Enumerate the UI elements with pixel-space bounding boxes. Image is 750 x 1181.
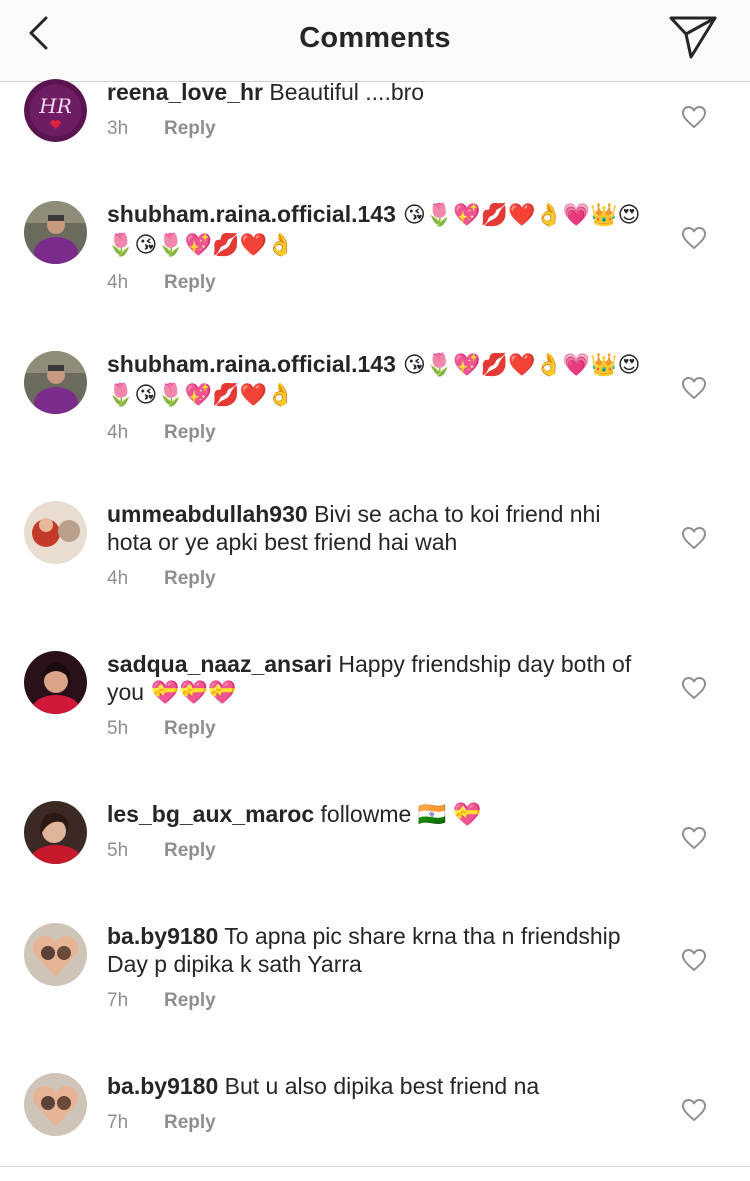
comment-message: But u also dipika best friend na — [218, 1073, 540, 1099]
reply-button[interactable]: Reply — [164, 840, 216, 861]
comment-time: 4h — [107, 568, 129, 589]
heart-icon[interactable] — [681, 676, 707, 700]
heart-icon[interactable] — [681, 526, 707, 550]
avatar[interactable] — [24, 351, 87, 414]
comment-username[interactable]: shubham.raina.official.143 — [107, 351, 396, 377]
comment-time: 3h — [107, 118, 129, 139]
share-button[interactable] — [668, 14, 720, 60]
comment-text: les_bg_aux_maroc followme 🇮🇳 💝 — [107, 800, 647, 828]
comment-time: 7h — [107, 990, 129, 1011]
comment-username[interactable]: ummeabdullah930 — [107, 501, 308, 527]
comment-text: ba.by9180 To apna pic share krna tha n f… — [107, 922, 647, 978]
comment-time: 5h — [107, 840, 129, 861]
comment-text: ummeabdullah930 Bivi se acha to koi frie… — [107, 500, 647, 556]
avatar[interactable] — [24, 651, 87, 714]
reply-button[interactable]: Reply — [164, 422, 216, 443]
avatar[interactable] — [24, 801, 87, 864]
reply-button[interactable]: Reply — [164, 1112, 216, 1133]
comment-text: shubham.raina.official.143 😘🌷💖💋❤️👌💗👑😍🌷😘🌷… — [107, 200, 647, 260]
heart-icon[interactable] — [681, 948, 707, 972]
comment-username[interactable]: shubham.raina.official.143 — [107, 201, 396, 227]
comment-message: followme 🇮🇳 💝 — [314, 801, 482, 827]
comment-text: shubham.raina.official.143 😘🌷💖💋❤️👌💗👑😍🌷😘🌷… — [107, 350, 647, 410]
comment-username[interactable]: ba.by9180 — [107, 1073, 218, 1099]
heart-icon[interactable] — [681, 226, 707, 250]
comment-username[interactable]: ba.by9180 — [107, 923, 218, 949]
heart-icon[interactable] — [681, 376, 707, 400]
avatar[interactable] — [24, 201, 87, 264]
reply-button[interactable]: Reply — [164, 990, 216, 1011]
avatar[interactable] — [24, 1073, 87, 1136]
comment-username[interactable]: sadqua_naaz_ansari — [107, 651, 332, 677]
heart-icon[interactable] — [681, 105, 707, 129]
comment-time: 4h — [107, 272, 129, 293]
avatar[interactable] — [24, 923, 87, 986]
comment-time: 4h — [107, 422, 129, 443]
divider — [0, 1166, 750, 1167]
heart-icon[interactable] — [681, 1098, 707, 1122]
comment-text: reena_love_hr Beautiful ....bro — [107, 78, 647, 106]
comment-username[interactable]: reena_love_hr — [107, 79, 263, 105]
avatar[interactable] — [24, 501, 87, 564]
page-title: Comments — [299, 22, 451, 54]
comment-time: 7h — [107, 1112, 129, 1133]
comment-text: ba.by9180 But u also dipika best friend … — [107, 1072, 647, 1100]
paper-plane-icon — [669, 16, 717, 59]
avatar[interactable]: HR — [24, 79, 87, 142]
comment-text: sadqua_naaz_ansari Happy friendship day … — [107, 650, 647, 706]
comment-message: Beautiful ....bro — [262, 79, 425, 105]
reply-button[interactable]: Reply — [164, 718, 216, 739]
reply-button[interactable]: Reply — [164, 272, 216, 293]
avatar-monogram: HR — [38, 94, 72, 118]
reply-button[interactable]: Reply — [164, 568, 216, 589]
reply-button[interactable]: Reply — [164, 118, 216, 139]
header-bar: Comments — [0, 0, 750, 82]
heart-icon[interactable] — [681, 826, 707, 850]
comment-time: 5h — [107, 718, 129, 739]
comment-username[interactable]: les_bg_aux_maroc — [107, 801, 314, 827]
